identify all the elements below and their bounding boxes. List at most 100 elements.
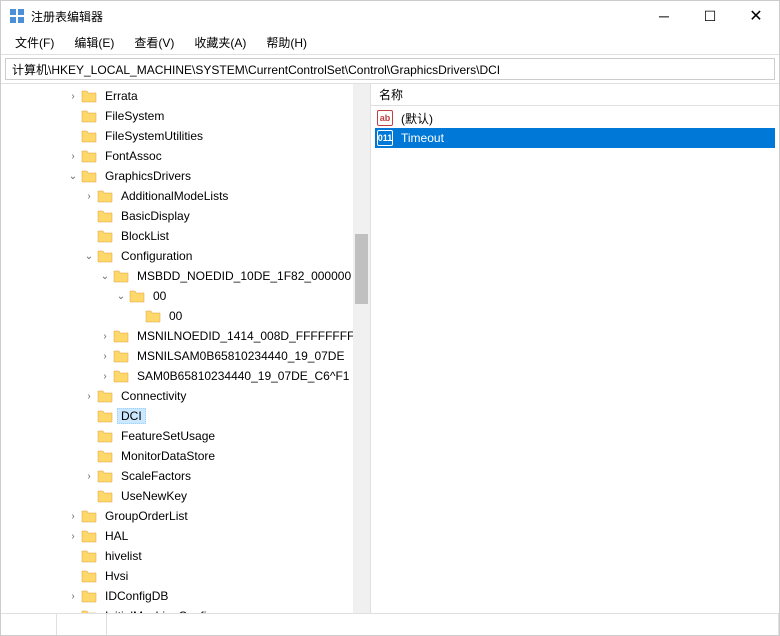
tree-item-label: HAL	[101, 528, 132, 544]
tree-item-label: UseNewKey	[117, 488, 191, 504]
folder-icon	[97, 209, 113, 223]
tree-item-BlockList[interactable]: ›BlockList	[1, 226, 370, 246]
tree-item-UseNewKey[interactable]: ›UseNewKey	[1, 486, 370, 506]
tree-item-label: Hvsi	[101, 568, 132, 584]
tree-item-FontAssoc[interactable]: ›FontAssoc	[1, 146, 370, 166]
tree-item-FileSystemUtilities[interactable]: ›FileSystemUtilities	[1, 126, 370, 146]
tree-item-BasicDisplay[interactable]: ›BasicDisplay	[1, 206, 370, 226]
tree-item-SAM0B65810234440-19-07DE-C6-F1[interactable]: ›SAM0B65810234440_19_07DE_C6^F1	[1, 366, 370, 386]
collapse-icon[interactable]: ⌄	[97, 271, 113, 282]
expand-icon[interactable]: ›	[65, 151, 81, 162]
expand-icon[interactable]: ›	[65, 91, 81, 102]
menu-help[interactable]: 帮助(H)	[256, 31, 317, 54]
collapse-icon[interactable]: ⌄	[81, 251, 97, 262]
address-text: 计算机\HKEY_LOCAL_MACHINE\SYSTEM\CurrentCon…	[12, 61, 500, 78]
folder-icon	[97, 469, 113, 483]
tree-item-AdditionalModeLists[interactable]: ›AdditionalModeLists	[1, 186, 370, 206]
tree-item-HAL[interactable]: › HAL	[1, 526, 370, 546]
tree-item-MSNILNOEDID-1414-008D-FFFFFFFF-[interactable]: ›MSNILNOEDID_1414_008D_FFFFFFFF_	[1, 326, 370, 346]
collapse-icon[interactable]: ⌄	[65, 171, 81, 182]
expand-icon[interactable]: ›	[81, 191, 97, 202]
tree-item-label: 00	[165, 308, 186, 324]
app-icon	[9, 8, 25, 24]
tree-item-Hvsi[interactable]: ›Hvsi	[1, 566, 370, 586]
list-body[interactable]: ab(默认)011Timeout	[371, 106, 779, 150]
folder-icon	[97, 449, 113, 463]
tree-item-GroupOrderList[interactable]: › GroupOrderList	[1, 506, 370, 526]
expand-icon[interactable]: ›	[97, 331, 113, 342]
folder-icon	[81, 109, 97, 123]
tree-item-label: InitialMachineConfig	[101, 608, 217, 613]
folder-icon	[113, 269, 129, 283]
folder-icon	[81, 149, 97, 163]
expand-icon[interactable]: ›	[81, 391, 97, 402]
tree-item-MonitorDataStore[interactable]: ›MonitorDataStore	[1, 446, 370, 466]
folder-icon	[81, 609, 97, 613]
tree-scrollbar[interactable]	[353, 84, 370, 613]
tree-item-FeatureSetUsage[interactable]: ›FeatureSetUsage	[1, 426, 370, 446]
title-bar: 注册表编辑器 ─ ☐ ✕	[1, 1, 779, 31]
tree-item-hivelist[interactable]: ›hivelist	[1, 546, 370, 566]
registry-tree[interactable]: ›Errata›FileSystem›FileSystemUtilities›F…	[1, 84, 370, 613]
folder-icon	[81, 509, 97, 523]
folder-icon	[97, 249, 113, 263]
expand-icon[interactable]: ›	[65, 511, 81, 522]
tree-item-Connectivity[interactable]: ›Connectivity	[1, 386, 370, 406]
collapse-icon[interactable]: ⌄	[113, 291, 129, 302]
window-title: 注册表编辑器	[31, 8, 641, 25]
tree-item-00[interactable]: ⌄ 00	[1, 286, 370, 306]
expand-icon[interactable]: ›	[97, 351, 113, 362]
folder-icon	[97, 409, 113, 423]
menu-edit[interactable]: 编辑(E)	[64, 31, 124, 54]
tree-item-Configuration[interactable]: ⌄ Configuration	[1, 246, 370, 266]
tree-item-IDConfigDB[interactable]: › IDConfigDB	[1, 586, 370, 606]
window-controls: ─ ☐ ✕	[641, 1, 779, 31]
folder-icon	[81, 89, 97, 103]
expand-icon[interactable]: ›	[81, 471, 97, 482]
tree-item-FileSystem[interactable]: ›FileSystem	[1, 106, 370, 126]
tree-item-MSNILSAM0B65810234440-19-07DE[interactable]: ›MSNILSAM0B65810234440_19_07DE	[1, 346, 370, 366]
tree-item-label: GroupOrderList	[101, 508, 192, 524]
tree-item-label: IDConfigDB	[101, 588, 172, 604]
tree-item-GraphicsDrivers[interactable]: ⌄ GraphicsDrivers	[1, 166, 370, 186]
folder-icon	[97, 389, 113, 403]
folder-icon	[97, 229, 113, 243]
tree-item-label: BlockList	[117, 228, 173, 244]
menu-favorites[interactable]: 收藏夹(A)	[184, 31, 256, 54]
main-area: ›Errata›FileSystem›FileSystemUtilities›F…	[1, 83, 779, 613]
tree-item-Errata[interactable]: ›Errata	[1, 86, 370, 106]
expand-icon[interactable]: ›	[65, 591, 81, 602]
tree-item-00[interactable]: ›00	[1, 306, 370, 326]
minimize-button[interactable]: ─	[641, 1, 687, 31]
tree-pane[interactable]: ›Errata›FileSystem›FileSystemUtilities›F…	[1, 84, 371, 613]
tree-item-label: DCI	[117, 408, 146, 424]
tree-item-label: Configuration	[117, 248, 196, 264]
tree-item-label: 00	[149, 288, 170, 304]
address-bar[interactable]: 计算机\HKEY_LOCAL_MACHINE\SYSTEM\CurrentCon…	[5, 58, 775, 80]
folder-icon	[145, 309, 161, 323]
menu-view[interactable]: 查看(V)	[124, 31, 184, 54]
menu-file[interactable]: 文件(F)	[5, 31, 64, 54]
tree-item-label: GraphicsDrivers	[101, 168, 195, 184]
tree-scrollbar-thumb[interactable]	[355, 234, 368, 304]
tree-item-InitialMachineConfig[interactable]: ›InitialMachineConfig	[1, 606, 370, 613]
maximize-button[interactable]: ☐	[687, 1, 733, 31]
status-bar	[1, 613, 779, 635]
tree-item-DCI[interactable]: ›DCI	[1, 406, 370, 426]
list-header[interactable]: 名称	[371, 84, 779, 106]
tree-item-MSBDD-NOEDID-10DE-1F82-000000[interactable]: ⌄MSBDD_NOEDID_10DE_1F82_000000	[1, 266, 370, 286]
value-row-Timeout[interactable]: 011Timeout	[375, 128, 775, 148]
expand-icon[interactable]: ›	[97, 371, 113, 382]
close-button[interactable]: ✕	[733, 1, 779, 31]
folder-icon	[81, 589, 97, 603]
value-name: (默认)	[397, 109, 437, 128]
tree-item-label: FileSystem	[101, 108, 168, 124]
folder-icon	[81, 169, 97, 183]
folder-icon	[81, 549, 97, 563]
value-row--[interactable]: ab(默认)	[375, 108, 775, 128]
column-header-name[interactable]: 名称	[371, 84, 411, 105]
tree-item-ScaleFactors[interactable]: ›ScaleFactors	[1, 466, 370, 486]
expand-icon[interactable]: ›	[65, 531, 81, 542]
folder-icon	[113, 369, 129, 383]
values-pane[interactable]: 名称 ab(默认)011Timeout	[371, 84, 779, 613]
